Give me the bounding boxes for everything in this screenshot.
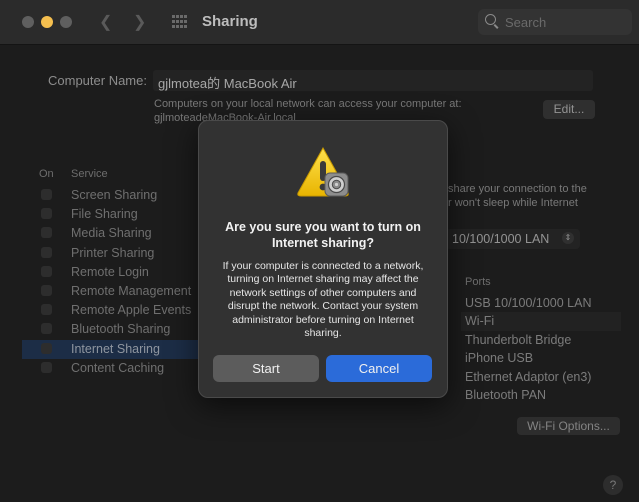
show-all-grid-icon[interactable]	[172, 15, 188, 29]
close-window-button[interactable]	[22, 16, 34, 28]
warning-icon	[297, 146, 349, 197]
search-icon	[485, 14, 496, 25]
title-bar: ❮ ❯ Sharing Search	[0, 0, 639, 45]
internet-sharing-confirm-dialog: Are you sure you want to turn on Interne…	[198, 120, 448, 398]
zoom-window-button[interactable]	[60, 16, 72, 28]
minimize-window-button[interactable]	[41, 16, 53, 28]
window-title: Sharing	[202, 13, 258, 30]
back-icon[interactable]: ❮	[99, 12, 112, 32]
cancel-button[interactable]: Cancel	[326, 355, 432, 382]
start-button[interactable]: Start	[213, 355, 319, 382]
sharing-window: ❮ ❯ Sharing Search Computer Name: gjlmot…	[0, 0, 639, 502]
search-placeholder: Search	[505, 15, 547, 30]
forward-icon[interactable]: ❯	[133, 12, 146, 32]
dialog-message: If your computer is connected to a netwo…	[222, 260, 424, 340]
dialog-title: Are you sure you want to turn on Interne…	[225, 220, 421, 250]
search-field[interactable]: Search	[478, 9, 632, 35]
